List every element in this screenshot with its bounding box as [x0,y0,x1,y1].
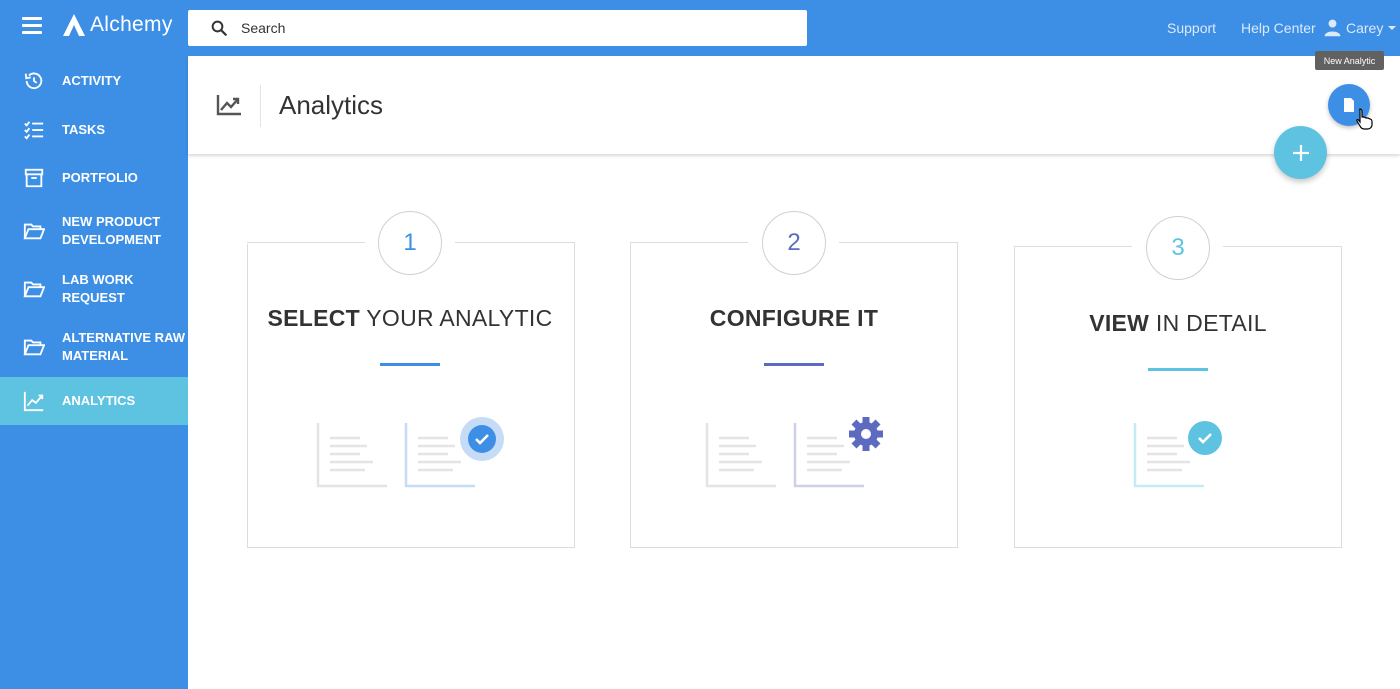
step-number-circle: 1 [378,211,442,275]
header-divider [260,85,261,127]
step-title: CONFIGURE IT [630,305,958,332]
history-icon [23,70,45,92]
top-app-bar: Alchemy Support Help Center Carey [0,0,1400,56]
app-name: Alchemy [90,13,173,36]
alchemy-logo-icon [63,14,85,36]
sidebar-item-label: TASKS [62,121,106,137]
configure-illustration [705,417,883,488]
sidebar-item-label: PORTFOLIO [62,170,138,185]
chevron-down-icon [1388,25,1397,30]
sidebar-item-label: LAB WORK REQUEST [62,272,134,305]
step-card-configure [630,242,958,548]
user-name: Carey [1346,19,1384,36]
step-underline [1148,368,1208,371]
sidebar-item-lab-work-request[interactable]: LAB WORK REQUEST [0,260,188,318]
step-underline [380,363,440,366]
step-card-select-analytic [247,242,575,548]
new-analytic-tooltip: New Analytic [1315,51,1384,70]
search-box[interactable] [188,10,807,46]
folder-open-icon [23,220,45,242]
step-line [247,242,365,243]
search-icon [211,20,227,36]
plus-icon [1292,144,1309,161]
step-card-view-detail [1014,246,1342,548]
app-logo[interactable]: Alchemy [62,13,173,37]
sidebar-item-tasks[interactable]: TASKS [0,105,188,154]
step-number-circle: 2 [762,211,826,275]
support-link[interactable]: Support [1167,20,1216,36]
step-title-bold: SELECT [267,305,360,331]
step-line [455,242,574,243]
sidebar-item-label: ACTIVITY [62,72,122,88]
chart-line-icon [23,390,45,412]
sidebar-item-label: NEW PRODUCT DEVELOPMENT [62,214,161,247]
search-input[interactable] [241,20,761,36]
folder-open-icon [23,278,45,300]
sidebar: ACTIVITY TASKS PORTFOLIO NEW PRODUCT DEV… [0,56,188,689]
step-number-circle: 3 [1146,216,1210,280]
chart-line-icon [216,95,241,116]
sidebar-item-label: ALTERNATIVE RAW MATERIAL [62,330,186,363]
help-center-link[interactable]: Help Center [1241,20,1316,36]
sidebar-item-new-product-development[interactable]: NEW PRODUCT DEVELOPMENT [0,202,188,260]
page-header: Analytics [188,56,1400,154]
user-avatar-icon [1324,19,1341,37]
add-button[interactable] [1274,126,1327,179]
pointer-cursor-icon [1356,108,1373,130]
sidebar-item-analytics[interactable]: ANALYTICS [0,377,188,425]
hamburger-menu-icon[interactable] [22,17,42,37]
step-title-rest: YOUR ANALYTIC [360,305,553,331]
archive-icon [23,167,45,189]
step-underline [764,363,824,366]
folder-open-icon [23,336,45,358]
sidebar-item-alternative-raw-material[interactable]: ALTERNATIVE RAW MATERIAL [0,318,188,376]
user-menu[interactable]: Carey [1323,18,1397,37]
sidebar-item-activity[interactable]: ACTIVITY [0,56,188,105]
document-icon [1344,98,1354,112]
sidebar-item-label: ANALYTICS [62,393,136,408]
sidebar-item-portfolio[interactable]: PORTFOLIO [0,154,188,202]
step-title: SELECT YOUR ANALYTIC [246,305,574,332]
step-title-bold: VIEW [1089,310,1150,336]
gear-icon [849,417,883,451]
step-title: VIEW IN DETAIL [1014,310,1342,337]
step-title-rest: IN DETAIL [1149,310,1267,336]
step-title-bold: CONFIGURE IT [709,305,879,331]
select-analytic-illustration [316,417,504,488]
view-detail-illustration [1133,421,1222,488]
page-title: Analytics [279,90,384,120]
checklist-icon [23,119,45,141]
